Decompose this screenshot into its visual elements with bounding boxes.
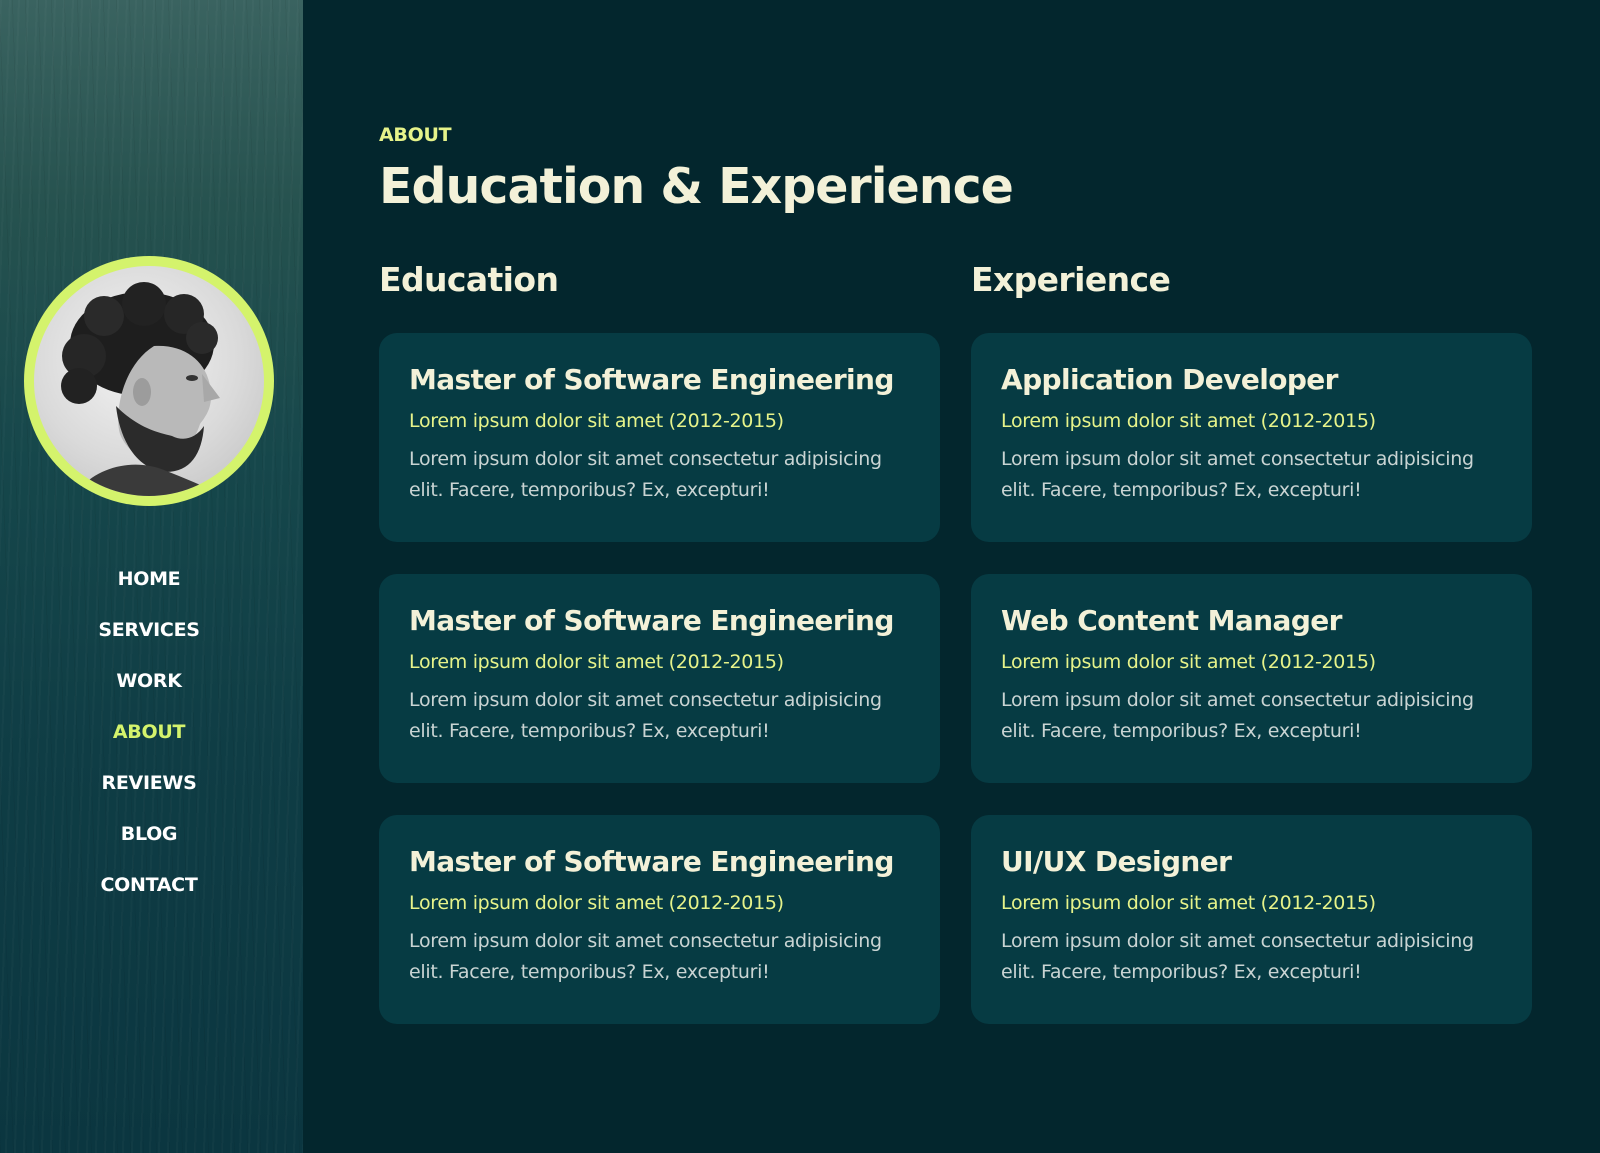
card-title: UI/UX Designer <box>1001 845 1232 878</box>
card-subtitle: Lorem ipsum dolor sit amet (2012-2015) <box>409 409 784 432</box>
nav-link-home[interactable]: HOME <box>118 568 181 590</box>
nav-item-contact: CONTACT <box>0 859 298 910</box>
nav-link-blog[interactable]: BLOG <box>121 823 178 845</box>
card-description: Lorem ipsum dolor sit amet consectetur a… <box>409 929 882 983</box>
nav-link-services[interactable]: SERVICES <box>98 619 200 641</box>
experience-card: Application Developer Lorem ipsum dolor … <box>971 333 1532 542</box>
card-description: Lorem ipsum dolor sit amet consectetur a… <box>1001 688 1474 742</box>
card-description: Lorem ipsum dolor sit amet consectetur a… <box>1001 447 1474 501</box>
card-description: Lorem ipsum dolor sit amet consectetur a… <box>409 447 882 501</box>
education-card: Master of Software Engineering Lorem ips… <box>379 815 940 1024</box>
card-subtitle: Lorem ipsum dolor sit amet (2012-2015) <box>409 650 784 673</box>
page: HOME SERVICES WORK ABOUT REVIEWS BLOG CO… <box>0 0 1600 1153</box>
experience-card: Web Content Manager Lorem ipsum dolor si… <box>971 574 1532 783</box>
main-content: ABOUT Education & Experience Education E… <box>303 0 1600 1153</box>
card-subtitle: Lorem ipsum dolor sit amet (2012-2015) <box>1001 409 1376 432</box>
nav-item-reviews: REVIEWS <box>0 757 298 808</box>
avatar <box>34 266 264 496</box>
card-title: Master of Software Engineering <box>409 363 894 396</box>
nav-item-blog: BLOG <box>0 808 298 859</box>
avatar-portrait-image <box>61 282 224 496</box>
card-subtitle: Lorem ipsum dolor sit amet (2012-2015) <box>1001 650 1376 673</box>
avatar-ring <box>24 256 274 506</box>
nav-link-contact[interactable]: CONTACT <box>101 874 198 896</box>
nav-item-work: WORK <box>0 655 298 706</box>
experience-card: UI/UX Designer Lorem ipsum dolor sit ame… <box>971 815 1532 1024</box>
nav-link-about[interactable]: ABOUT <box>113 721 186 743</box>
card-description: Lorem ipsum dolor sit amet consectetur a… <box>1001 929 1474 983</box>
card-subtitle: Lorem ipsum dolor sit amet (2012-2015) <box>1001 891 1376 914</box>
page-title: Education & Experience <box>379 158 1014 215</box>
card-description: Lorem ipsum dolor sit amet consectetur a… <box>409 688 882 742</box>
nav-link-work[interactable]: WORK <box>116 670 182 692</box>
card-title: Application Developer <box>1001 363 1339 396</box>
card-title: Master of Software Engineering <box>409 845 894 878</box>
sidebar: HOME SERVICES WORK ABOUT REVIEWS BLOG CO… <box>0 0 303 1153</box>
education-card: Master of Software Engineering Lorem ips… <box>379 333 940 542</box>
card-subtitle: Lorem ipsum dolor sit amet (2012-2015) <box>409 891 784 914</box>
education-heading: Education <box>379 260 559 299</box>
education-card: Master of Software Engineering Lorem ips… <box>379 574 940 783</box>
section-eyebrow: ABOUT <box>379 124 452 146</box>
card-title: Master of Software Engineering <box>409 604 894 637</box>
experience-heading: Experience <box>971 260 1171 299</box>
nav-item-about: ABOUT <box>0 706 298 757</box>
nav-item-home: HOME <box>0 553 298 604</box>
nav-link-reviews[interactable]: REVIEWS <box>102 772 197 794</box>
card-title: Web Content Manager <box>1001 604 1342 637</box>
nav-item-services: SERVICES <box>0 604 298 655</box>
sidebar-nav: HOME SERVICES WORK ABOUT REVIEWS BLOG CO… <box>0 553 298 910</box>
